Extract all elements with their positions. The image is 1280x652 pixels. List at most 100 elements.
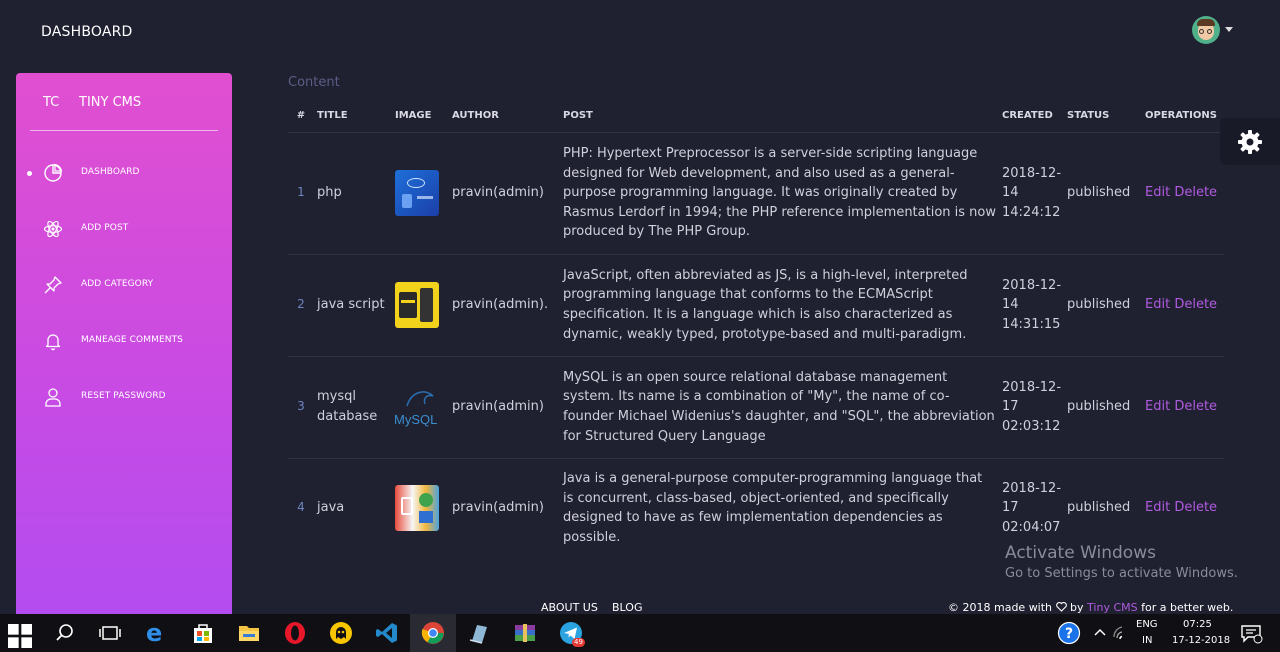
sidebar-item-manage-comments[interactable]: MANEAGE COMMENTS xyxy=(16,321,232,361)
page-title: DASHBOARD xyxy=(41,24,133,40)
sidebar-item-label: ADD POST xyxy=(81,223,129,233)
help-icon[interactable]: ? xyxy=(1057,621,1081,645)
sidebar: TC TINY CMS DASHBOARD ADD POST ADD CATEG… xyxy=(16,73,232,618)
clock-date[interactable]: 17-12-2018 xyxy=(1172,635,1230,646)
gear-icon xyxy=(1238,130,1262,154)
edge-icon[interactable]: e xyxy=(146,621,170,645)
language-indicator[interactable]: ENG xyxy=(1136,619,1158,630)
post-author: pravin(admin) xyxy=(452,500,544,516)
copyright-prefix: © 2018 made with xyxy=(948,601,1053,614)
top-bar: DASHBOARD xyxy=(0,0,1280,66)
search-icon[interactable] xyxy=(55,621,79,645)
notifications-icon[interactable] xyxy=(1239,621,1263,645)
post-author: pravin(admin) xyxy=(449,356,560,459)
column-header: # xyxy=(288,100,314,133)
chevron-down-icon[interactable] xyxy=(1225,27,1233,32)
sidebar-item-label: MANEAGE COMMENTS xyxy=(81,335,183,345)
user-icon xyxy=(45,388,61,407)
store-icon[interactable] xyxy=(191,621,215,645)
svg-text:?: ? xyxy=(1065,626,1073,642)
notes-app-icon[interactable] xyxy=(467,621,491,645)
delete-link[interactable]: Delete xyxy=(1174,185,1217,200)
region-indicator[interactable]: IN xyxy=(1142,635,1152,646)
copyright-suffix: for a better web. xyxy=(1141,601,1234,614)
task-view-icon[interactable] xyxy=(98,621,122,645)
row-number: 3 xyxy=(288,356,314,459)
post-body: JavaScript, often abbreviated as JS, is … xyxy=(560,254,999,357)
post-body: Java is a general-purpose computer-progr… xyxy=(563,471,983,545)
edit-link[interactable]: Edit xyxy=(1145,297,1170,312)
column-header: IMAGE xyxy=(392,100,449,133)
post-title: java xyxy=(317,500,345,516)
column-header: AUTHOR xyxy=(449,100,560,133)
operations-cell: Edit Delete xyxy=(1142,254,1224,357)
post-author: pravin(admin) xyxy=(449,132,560,255)
user-avatar[interactable] xyxy=(1192,16,1220,44)
edit-link[interactable]: Edit xyxy=(1145,185,1170,200)
sidebar-item-add-post[interactable]: ADD POST xyxy=(16,209,232,249)
cyberghost-icon[interactable] xyxy=(329,621,353,645)
active-indicator xyxy=(27,171,32,176)
wifi-icon[interactable] xyxy=(1110,621,1134,645)
status-badge: published xyxy=(1064,132,1142,255)
pin-icon xyxy=(44,276,62,294)
post-image-cell xyxy=(392,458,449,558)
status-badge: published xyxy=(1064,254,1142,357)
edit-link[interactable]: Edit xyxy=(1145,500,1170,515)
winrar-icon[interactable] xyxy=(513,621,537,645)
sidebar-item-dashboard[interactable]: DASHBOARD xyxy=(16,153,232,193)
post-title: php xyxy=(314,132,392,255)
php-thumbnail xyxy=(395,170,439,216)
column-header: POST xyxy=(560,100,999,133)
copyright-by: by xyxy=(1070,601,1084,614)
file-explorer-icon[interactable] xyxy=(237,621,261,645)
javascript-thumbnail xyxy=(395,282,439,328)
post-image-cell xyxy=(392,254,449,357)
sidebar-item-label: RESET PASSWORD xyxy=(81,391,166,401)
column-header: STATUS xyxy=(1064,100,1142,133)
column-header: TITLE xyxy=(314,100,392,133)
pie-chart-icon xyxy=(44,163,63,182)
row-number: 1 xyxy=(288,132,314,255)
post-created: 2018-12-14 14:24:12 xyxy=(999,132,1064,255)
table-row: 1 php pravin(admin) PHP: Hypertext Prepr… xyxy=(288,132,1224,255)
table-row: 2 java script pravin(admin). JavaScript,… xyxy=(288,254,1224,357)
windows-start-icon[interactable] xyxy=(8,624,32,648)
sidebar-item-reset-password[interactable]: RESET PASSWORD xyxy=(16,377,232,417)
status-badge: published xyxy=(1064,356,1142,459)
delete-link[interactable]: Delete xyxy=(1174,297,1217,312)
clock-time[interactable]: 07:25 xyxy=(1183,619,1212,630)
table-row: 3 mysql database MySQL pravin(admin) MyS… xyxy=(288,356,1224,459)
bell-icon xyxy=(45,334,61,351)
chevron-up-icon[interactable] xyxy=(1088,621,1112,645)
post-image-cell: MySQL xyxy=(392,356,449,459)
vscode-icon[interactable] xyxy=(375,621,399,645)
sidebar-brand-name[interactable]: TINY CMS xyxy=(79,95,141,110)
settings-button[interactable] xyxy=(1220,118,1280,165)
column-header: CREATED xyxy=(999,100,1064,133)
atom-icon xyxy=(43,220,63,238)
row-number: 4 xyxy=(297,500,305,515)
delete-link[interactable]: Delete xyxy=(1174,500,1217,515)
footer-link-blog[interactable]: BLOG xyxy=(612,601,642,614)
edit-link[interactable]: Edit xyxy=(1145,399,1170,414)
footer-link-about[interactable]: ABOUT US xyxy=(541,601,598,614)
opera-icon[interactable] xyxy=(283,621,307,645)
sidebar-item-label: ADD CATEGORY xyxy=(81,279,154,289)
mysql-logo-text: MySQL xyxy=(395,412,438,427)
footer-brand-link[interactable]: Tiny CMS xyxy=(1087,601,1138,614)
row-number: 2 xyxy=(288,254,314,357)
column-header: OPERATIONS xyxy=(1142,100,1224,133)
post-created: 2018-12-14 14:31:15 xyxy=(999,254,1064,357)
post-created: 2018-12-17 02:03:12 xyxy=(999,356,1064,459)
sidebar-logo[interactable]: TC xyxy=(43,95,59,110)
operations-cell: Edit Delete xyxy=(1142,356,1224,459)
footer-copyright: © 2018 made with by Tiny CMS for a bette… xyxy=(948,601,1233,614)
sidebar-item-add-category[interactable]: ADD CATEGORY xyxy=(16,265,232,305)
activate-windows-title: Activate Windows xyxy=(1005,543,1156,563)
java-thumbnail xyxy=(395,485,439,532)
delete-link[interactable]: Delete xyxy=(1174,399,1217,414)
chrome-icon[interactable] xyxy=(421,621,445,645)
post-author: pravin(admin). xyxy=(449,254,560,357)
sidebar-divider xyxy=(30,130,218,131)
